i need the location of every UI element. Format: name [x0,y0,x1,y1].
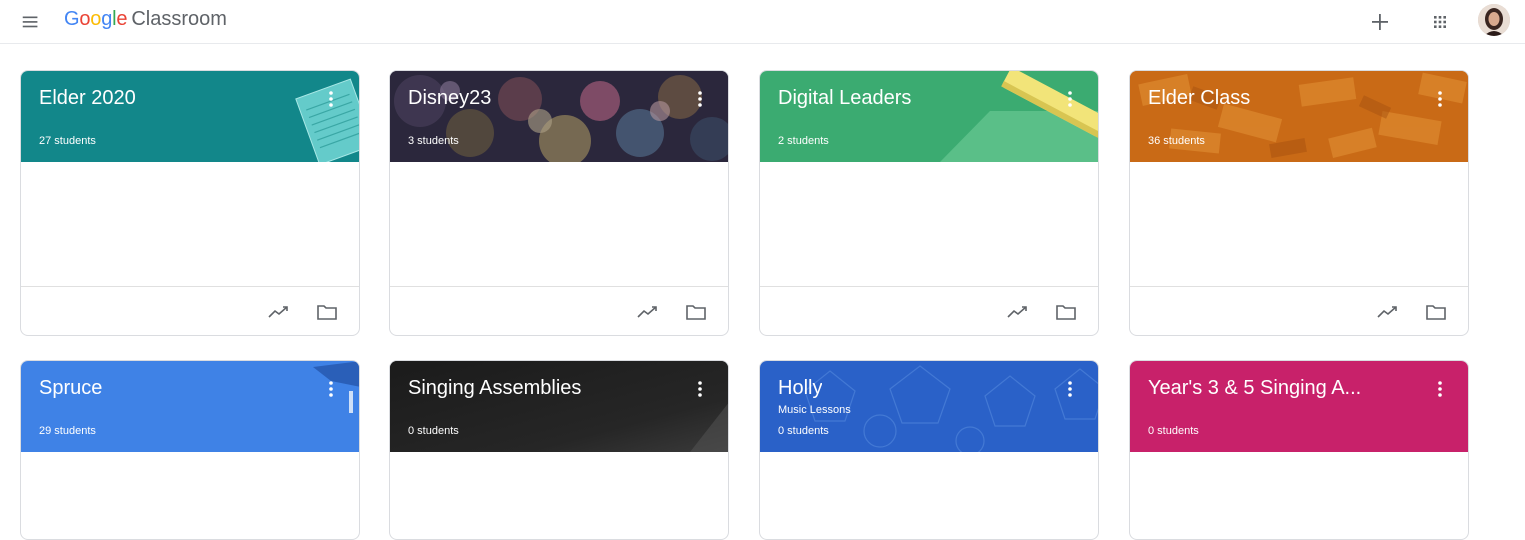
menu-icon[interactable] [20,11,42,33]
student-count: 2 students [778,135,829,147]
folder-icon[interactable] [1054,301,1078,323]
class-title[interactable]: Spruce [39,377,102,400]
google-wordmark: Google [64,8,128,30]
class-title[interactable]: Singing Assemblies [408,377,581,400]
trending-icon[interactable] [636,301,660,323]
class-card-footer [21,286,359,335]
student-count: 29 students [39,425,96,437]
class-card-elder-2020[interactable]: Elder 2020 27 students [20,70,360,336]
more-options-icon[interactable] [323,377,339,401]
class-card-footer [760,286,1098,335]
class-title[interactable]: Disney23 [408,87,491,110]
class-card-header[interactable]: Holly Music Lessons 0 students [760,361,1098,452]
more-options-icon[interactable] [1062,377,1078,401]
google-classroom-logo[interactable]: Google Classroom [64,7,227,31]
class-card-footer [390,286,728,335]
student-count: 0 students [408,425,459,437]
top-app-bar: Google Classroom [0,0,1525,44]
class-title[interactable]: Elder Class [1148,87,1250,110]
add-icon[interactable] [1364,6,1396,38]
class-card-spruce[interactable]: Spruce 29 students [20,360,360,540]
ruler-illustration [940,71,1098,162]
avatar[interactable] [1478,4,1510,36]
class-card-elder-class[interactable]: Elder Class 36 students [1129,70,1469,336]
more-options-icon[interactable] [1432,377,1448,401]
disney-characters-banner [390,71,728,162]
class-card-header[interactable]: Elder 2020 27 students [21,71,359,162]
apps-grid-icon[interactable] [1424,6,1456,38]
class-card-disney23[interactable]: Disney23 3 students [389,70,729,336]
student-count: 0 students [1148,425,1199,437]
class-card-header[interactable]: Disney23 3 students [390,71,728,162]
class-card-years-3-5-singing[interactable]: Year's 3 & 5 Singing A... 0 students [1129,360,1469,540]
trending-icon[interactable] [1376,301,1400,323]
folder-icon[interactable] [1424,301,1448,323]
avatar-photo [1478,4,1510,36]
student-count: 0 students [778,425,829,437]
class-card-holly[interactable]: Holly Music Lessons 0 students [759,360,1099,540]
more-options-icon[interactable] [692,87,708,111]
trending-icon[interactable] [267,301,291,323]
class-card-singing-assemblies[interactable]: Singing Assemblies 0 students [389,360,729,540]
student-count: 3 students [408,135,459,147]
class-title[interactable]: Holly [778,377,822,400]
class-title[interactable]: Year's 3 & 5 Singing A... [1148,377,1361,400]
class-section: Music Lessons [778,404,851,416]
product-name: Classroom [131,8,227,30]
class-card-digital-leaders[interactable]: Digital Leaders 2 students [759,70,1099,336]
dark-abstract-banner [390,361,728,452]
student-count: 27 students [39,135,96,147]
class-card-header[interactable]: Digital Leaders 2 students [760,71,1098,162]
student-count: 36 students [1148,135,1205,147]
notebook-illustration [295,78,359,162]
folder-icon[interactable] [684,301,708,323]
more-options-icon[interactable] [692,377,708,401]
class-title[interactable]: Digital Leaders [778,87,911,110]
trending-icon[interactable] [1006,301,1030,323]
wood-pattern-banner [1130,71,1468,162]
graduation-cap-illustration [313,361,359,413]
more-options-icon[interactable] [1062,87,1078,111]
class-card-header[interactable]: Elder Class 36 students [1130,71,1468,162]
class-card-header[interactable]: Year's 3 & 5 Singing A... 0 students [1130,361,1468,452]
more-options-icon[interactable] [1432,87,1448,111]
class-card-footer [1130,286,1468,335]
class-title[interactable]: Elder 2020 [39,87,136,110]
more-options-icon[interactable] [323,87,339,111]
class-card-header[interactable]: Spruce 29 students [21,361,359,452]
folder-icon[interactable] [315,301,339,323]
class-card-header[interactable]: Singing Assemblies 0 students [390,361,728,452]
